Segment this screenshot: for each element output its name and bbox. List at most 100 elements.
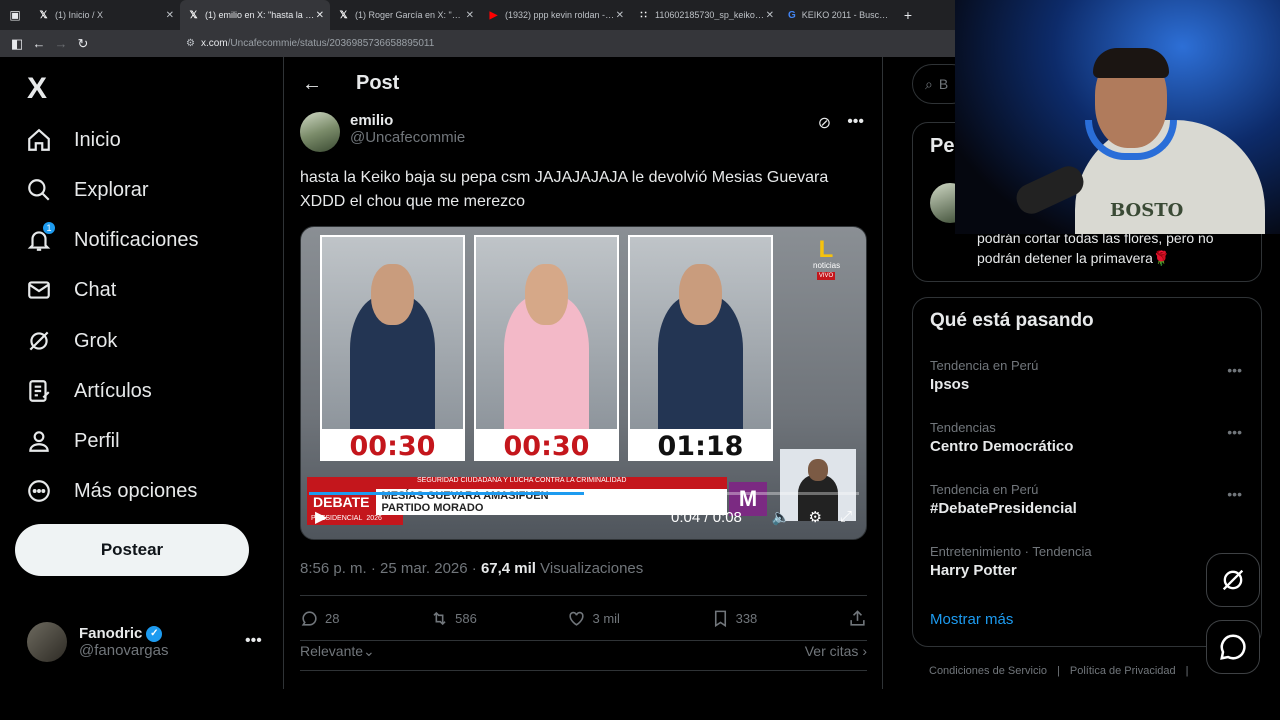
close-tab-icon[interactable]: ✕ bbox=[466, 10, 474, 21]
profile-icon bbox=[29, 431, 49, 452]
card-quote-text: podrán cortar todas las flores, pero no … bbox=[977, 230, 1214, 266]
trend-item[interactable]: Entretenimiento · Tendencia Harry Potter bbox=[930, 544, 1250, 579]
share-icon bbox=[850, 610, 865, 626]
back-arrow-icon[interactable]: ← bbox=[28, 36, 50, 51]
video-time: 0:04 / 0:08 bbox=[671, 508, 742, 526]
nav-item-articulos[interactable]: Artículos bbox=[26, 378, 152, 404]
bookmark-button[interactable]: 338 bbox=[711, 609, 757, 628]
repost-button[interactable]: 586 bbox=[430, 609, 477, 628]
x-favicon-icon: 𝕏 bbox=[39, 9, 48, 21]
nav-item-inicio[interactable]: Inicio bbox=[26, 127, 121, 153]
bookmark-icon bbox=[714, 610, 726, 628]
volume-icon[interactable]: 🔈 bbox=[772, 508, 791, 526]
more-options-icon[interactable]: ••• bbox=[1227, 362, 1242, 378]
video-candidate-panel bbox=[474, 235, 619, 431]
notification-badge: 1 bbox=[42, 221, 56, 235]
youtube-favicon-icon: ▶ bbox=[489, 9, 498, 21]
nav-item-grok[interactable]: Grok bbox=[26, 328, 117, 354]
x-favicon-icon: 𝕏 bbox=[189, 9, 198, 21]
like-button[interactable]: 3 mil bbox=[567, 609, 620, 628]
webcam-overlay: BOSTO bbox=[955, 0, 1280, 234]
view-quotes-link[interactable]: Ver citas › bbox=[805, 643, 867, 660]
trending-title: Qué está pasando bbox=[930, 310, 1094, 331]
author-handle[interactable]: @Uncafecommie bbox=[350, 129, 465, 146]
divider bbox=[300, 640, 867, 641]
back-arrow-icon[interactable]: ← bbox=[302, 73, 322, 96]
footer-links: Condiciones de Servicio | Política de Pr… bbox=[929, 665, 1189, 677]
account-switcher[interactable]: Fanodric ✓ @fanovargas bbox=[27, 622, 168, 662]
play-icon[interactable]: ▶ bbox=[315, 507, 327, 527]
shirt-text: BOSTO bbox=[1110, 200, 1184, 221]
home-icon bbox=[28, 128, 50, 151]
new-tab-button[interactable]: + bbox=[898, 7, 918, 23]
privacy-link[interactable]: Política de Privacidad bbox=[1070, 665, 1176, 677]
account-more-icon[interactable]: ••• bbox=[245, 632, 262, 650]
nav-item-notificaciones[interactable]: 1 Notificaciones bbox=[26, 221, 199, 253]
post-meta: 8:56 p. m. · 25 mar. 2026 · 67,4 mil Vis… bbox=[300, 560, 644, 577]
close-tab-icon[interactable]: ✕ bbox=[166, 10, 174, 21]
article-icon bbox=[29, 380, 50, 402]
browser-tab[interactable]: ▶(1932) ppp kevin roldan - YouTu✕ bbox=[480, 0, 630, 30]
chevron-down-icon: ⌄ bbox=[363, 643, 375, 659]
verified-badge-icon: ✓ bbox=[146, 625, 163, 642]
page-title: Post bbox=[356, 72, 400, 94]
grok-icon bbox=[1222, 569, 1244, 591]
browser-tab-active[interactable]: 𝕏(1) emilio en X: "hasta la Keiko b✕ bbox=[180, 0, 330, 30]
browser-tab[interactable]: GKEIKO 2011 - Buscar con Googl bbox=[780, 0, 898, 30]
share-button[interactable] bbox=[848, 609, 867, 628]
grok-floating-button[interactable] bbox=[1206, 553, 1260, 607]
site-info-icon[interactable]: ⚙ bbox=[186, 38, 195, 49]
chat-bubble-icon bbox=[1220, 634, 1246, 660]
video-timer: 00:30 bbox=[320, 431, 465, 462]
nav-item-mas-opciones[interactable]: Más opciones bbox=[26, 478, 197, 504]
tab-overview-icon[interactable]: ▣ bbox=[0, 8, 30, 22]
heart-icon bbox=[569, 611, 585, 626]
reply-button[interactable]: 28 bbox=[300, 609, 339, 628]
terms-link[interactable]: Condiciones de Servicio bbox=[929, 665, 1047, 677]
nav-item-perfil[interactable]: Perfil bbox=[26, 428, 120, 454]
more-options-icon[interactable]: ••• bbox=[847, 113, 864, 133]
settings-gear-icon[interactable]: ⚙ bbox=[809, 508, 822, 526]
reload-icon[interactable]: ↻ bbox=[72, 36, 94, 52]
trend-item[interactable]: Tendencias Centro Democrático ••• bbox=[930, 420, 1250, 455]
browser-tab[interactable]: 𝕏 (1) Inicio / X ✕ bbox=[30, 0, 180, 30]
close-tab-icon[interactable]: ✕ bbox=[766, 10, 774, 21]
browser-tab[interactable]: ∷110602185730_sp_keiko_yoshi✕ bbox=[630, 0, 780, 30]
video-timer: 01:18 bbox=[628, 431, 773, 462]
author-name[interactable]: emilio bbox=[350, 112, 465, 129]
post-column: ← Post emilio @Uncafecommie ⊘ ••• hasta … bbox=[283, 57, 883, 689]
browser-tab[interactable]: 𝕏(1) Roger García en X: "xd https:✕ bbox=[330, 0, 480, 30]
search-icon bbox=[28, 179, 50, 201]
post-author: emilio @Uncafecommie bbox=[300, 112, 465, 152]
close-tab-icon[interactable]: ✕ bbox=[616, 10, 624, 21]
more-options-icon[interactable]: ••• bbox=[1227, 486, 1242, 502]
left-sidebar: X Inicio Explorar 1 Notificaciones Chat … bbox=[0, 57, 283, 720]
chat-floating-button[interactable] bbox=[1206, 620, 1260, 674]
forward-arrow-icon[interactable]: → bbox=[50, 36, 72, 51]
google-favicon-icon: G bbox=[788, 9, 796, 21]
sort-replies-dropdown[interactable]: Relevante⌄ bbox=[300, 643, 375, 660]
sidebar-toggle-icon[interactable]: ◧ bbox=[6, 36, 28, 52]
browser-tab-bar: ▣ 𝕏 (1) Inicio / X ✕ 𝕏 (1) emilio en X: "ha… bbox=[0, 0, 955, 30]
video-timer: 00:30 bbox=[474, 431, 619, 462]
post-button[interactable]: Postear bbox=[15, 524, 249, 576]
grok-icon[interactable]: ⊘ bbox=[818, 113, 831, 133]
more-options-icon[interactable]: ••• bbox=[1227, 424, 1242, 440]
trend-item[interactable]: Tendencia en Perú Ipsos ••• bbox=[930, 358, 1250, 393]
x-logo-icon[interactable]: X bbox=[27, 72, 47, 106]
close-tab-icon[interactable]: ✕ bbox=[316, 10, 324, 21]
browser-address-bar: ◧ ← → ↻ ⚙ x.com/Uncafecommie/status/2036… bbox=[0, 30, 955, 57]
show-more-link[interactable]: Mostrar más bbox=[930, 611, 1013, 628]
author-avatar[interactable] bbox=[300, 112, 340, 152]
post-video[interactable]: 00:30 00:30 01:18 L noticias VIVO SEGURI… bbox=[300, 226, 867, 540]
nav-item-explorar[interactable]: Explorar bbox=[26, 177, 148, 203]
url-field[interactable]: ⚙ x.com/Uncafecommie/status/203698573665… bbox=[186, 38, 434, 49]
video-controls: ▶ 0:04 / 0:08 🔈 ⚙ ⤢ bbox=[301, 495, 866, 539]
repost-icon bbox=[433, 611, 446, 626]
nav-item-chat[interactable]: Chat bbox=[26, 277, 116, 303]
fullscreen-icon[interactable]: ⤢ bbox=[840, 508, 852, 526]
video-candidate-panel bbox=[320, 235, 465, 431]
chevron-right-icon: › bbox=[862, 643, 867, 659]
divider bbox=[300, 670, 867, 671]
trend-item[interactable]: Tendencia en Perú #DebatePresidencial ••… bbox=[930, 482, 1250, 517]
